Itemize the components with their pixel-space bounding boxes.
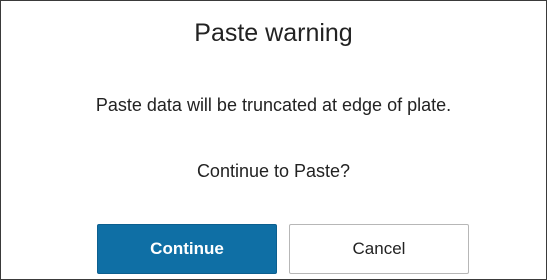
continue-button[interactable]: Continue: [97, 224, 277, 274]
dialog-title: Paste warning: [194, 19, 353, 47]
dialog-question: Continue to Paste?: [196, 161, 351, 181]
paste-warning-dialog: Paste warning Paste data will be truncat…: [0, 0, 547, 280]
dialog-message: Paste data will be truncated at edge of …: [95, 95, 452, 115]
cancel-button[interactable]: Cancel: [289, 224, 469, 274]
